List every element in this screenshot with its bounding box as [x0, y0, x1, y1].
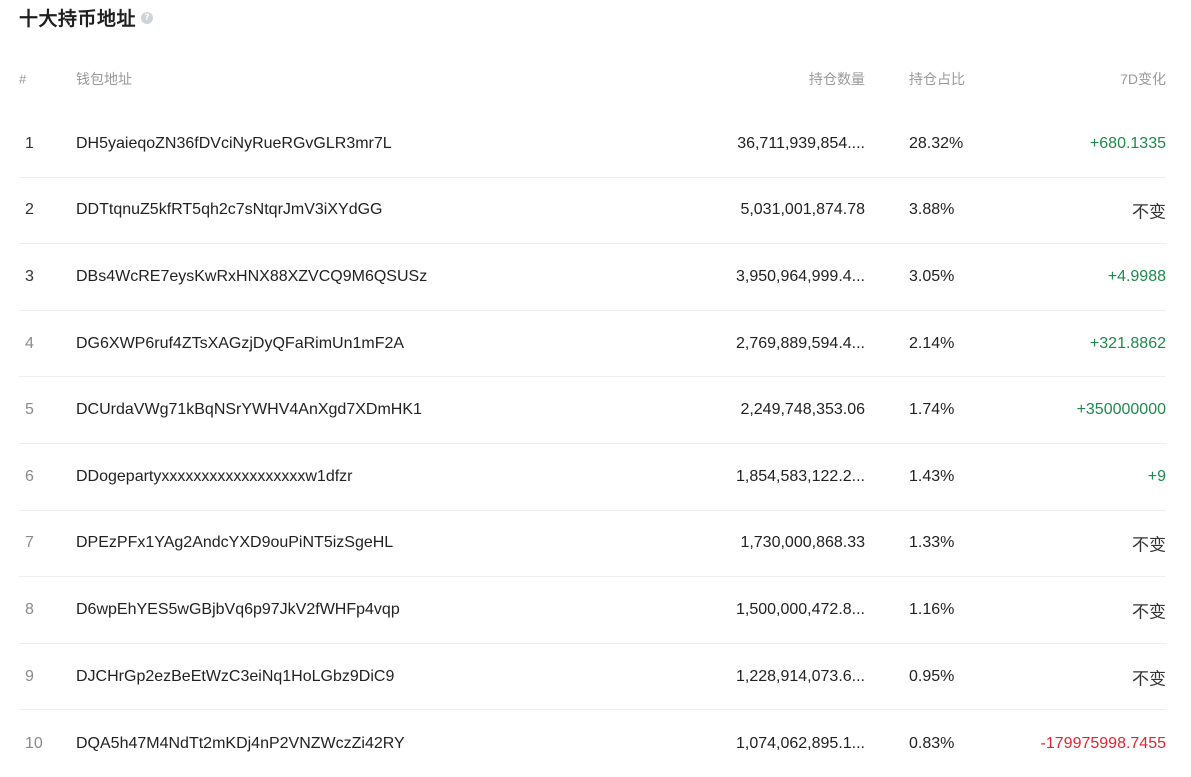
quantity-cell: 5,031,001,874.78 — [740, 201, 865, 219]
change-cell: +321.8862 — [1089, 334, 1166, 352]
wallet-address-link[interactable]: DQA5h47M4NdTt2mKDj4nP2VNZWczZi42RY — [76, 735, 405, 753]
percent-cell: 0.95% — [909, 667, 955, 685]
rank-cell: 7 — [25, 534, 34, 552]
change-cell: 不变 — [1132, 202, 1166, 222]
table-header-row: # 钱包地址 持仓数量 持仓占比 7D变化 — [19, 47, 1166, 111]
change-cell: +680.1335 — [1089, 134, 1166, 152]
table-row[interactable]: 3 DBs4WcRE7eysKwRxHNX88XZVCQ9M6QSUSz 3,9… — [19, 244, 1166, 311]
wallet-address-link[interactable]: DDTtqnuZ5kfRT5qh2c7sNtqrJmV3iXYdGG — [76, 201, 382, 219]
percent-cell: 1.43% — [909, 467, 955, 485]
quantity-cell: 36,711,939,854.... — [737, 134, 865, 152]
quantity-cell: 1,854,583,122.2... — [736, 467, 865, 485]
change-cell: 不变 — [1132, 669, 1166, 689]
rank-cell: 6 — [25, 467, 34, 485]
column-header-percent: 持仓占比 — [909, 71, 965, 87]
percent-cell: 3.05% — [909, 267, 955, 285]
page-title: 十大持币地址 — [19, 8, 137, 30]
change-cell: +4.9988 — [1107, 267, 1166, 285]
percent-cell: 0.83% — [909, 734, 955, 752]
table-row[interactable]: 6 DDogepartyxxxxxxxxxxxxxxxxxxw1dfzr 1,8… — [19, 444, 1166, 511]
table-row[interactable]: 1 DH5yaieqoZN36fDVciNyRueRGvGLR3mr7L 36,… — [19, 111, 1166, 178]
table-row[interactable]: 9 DJCHrGp2ezBeEtWzC3eiNq1HoLGbz9DiC9 1,2… — [19, 644, 1166, 711]
change-cell: +350000000 — [1076, 401, 1166, 419]
change-cell: 不变 — [1132, 602, 1166, 622]
quantity-cell: 3,950,964,999.4... — [736, 267, 865, 285]
rank-cell: 5 — [25, 401, 34, 419]
quantity-cell: 1,730,000,868.33 — [740, 534, 865, 552]
quantity-cell: 1,074,062,895.1... — [736, 734, 865, 752]
quantity-cell: 1,228,914,073.6... — [736, 667, 865, 685]
percent-cell: 28.32% — [909, 134, 964, 152]
wallet-address-link[interactable]: DJCHrGp2ezBeEtWzC3eiNq1HoLGbz9DiC9 — [76, 668, 394, 686]
table-row[interactable]: 4 DG6XWP6ruf4ZTsXAGzjDyQFaRimUn1mF2A 2,7… — [19, 311, 1166, 378]
wallet-address-link[interactable]: DPEzPFx1YAg2AndcYXD9ouPiNT5izSgeHL — [76, 534, 393, 552]
wallet-address-link[interactable]: DG6XWP6ruf4ZTsXAGzjDyQFaRimUn1mF2A — [76, 335, 404, 353]
help-icon[interactable]: ? — [141, 12, 154, 24]
wallet-address-link[interactable]: DCUrdaVWg71kBqNSrYWHV4AnXgd7XDmHK1 — [76, 401, 422, 419]
change-cell: 不变 — [1132, 535, 1166, 555]
column-header-address: 钱包地址 — [76, 71, 132, 87]
column-header-quantity: 持仓数量 — [809, 71, 865, 87]
wallet-address-link[interactable]: DBs4WcRE7eysKwRxHNX88XZVCQ9M6QSUSz — [76, 268, 427, 286]
top-holders-table: # 钱包地址 持仓数量 持仓占比 7D变化 1 DH5yaieqoZN36fDV… — [19, 47, 1166, 777]
section-header: 十大持币地址 ? — [19, 4, 154, 30]
table-row[interactable]: 5 DCUrdaVWg71kBqNSrYWHV4AnXgd7XDmHK1 2,2… — [19, 377, 1166, 444]
rank-cell: 1 — [25, 134, 34, 152]
change-cell: +9 — [1147, 467, 1166, 485]
wallet-address-link[interactable]: DDogepartyxxxxxxxxxxxxxxxxxxw1dfzr — [76, 468, 353, 486]
percent-cell: 1.33% — [909, 534, 955, 552]
change-cell: -179975998.7455 — [1040, 734, 1166, 752]
percent-cell: 2.14% — [909, 334, 955, 352]
percent-cell: 3.88% — [909, 201, 955, 219]
rank-cell: 10 — [25, 734, 43, 752]
percent-cell: 1.16% — [909, 600, 955, 618]
column-header-rank: # — [19, 71, 27, 87]
quantity-cell: 2,769,889,594.4... — [736, 334, 865, 352]
table-row[interactable]: 7 DPEzPFx1YAg2AndcYXD9ouPiNT5izSgeHL 1,7… — [19, 511, 1166, 578]
table-row[interactable]: 8 D6wpEhYES5wGBjbVq6p97JkV2fWHFp4vqp 1,5… — [19, 577, 1166, 644]
wallet-address-link[interactable]: D6wpEhYES5wGBjbVq6p97JkV2fWHFp4vqp — [76, 601, 400, 619]
column-header-change: 7D变化 — [1120, 71, 1166, 87]
table-row[interactable]: 2 DDTtqnuZ5kfRT5qh2c7sNtqrJmV3iXYdGG 5,0… — [19, 178, 1166, 245]
rank-cell: 9 — [25, 667, 34, 685]
wallet-address-link[interactable]: DH5yaieqoZN36fDVciNyRueRGvGLR3mr7L — [76, 135, 392, 153]
table-row[interactable]: 10 DQA5h47M4NdTt2mKDj4nP2VNZWczZi42RY 1,… — [19, 710, 1166, 777]
percent-cell: 1.74% — [909, 401, 955, 419]
rank-cell: 2 — [25, 201, 34, 219]
rank-cell: 8 — [25, 600, 34, 618]
quantity-cell: 1,500,000,472.8... — [736, 600, 865, 618]
quantity-cell: 2,249,748,353.06 — [740, 401, 865, 419]
rank-cell: 4 — [25, 334, 34, 352]
rank-cell: 3 — [25, 267, 34, 285]
